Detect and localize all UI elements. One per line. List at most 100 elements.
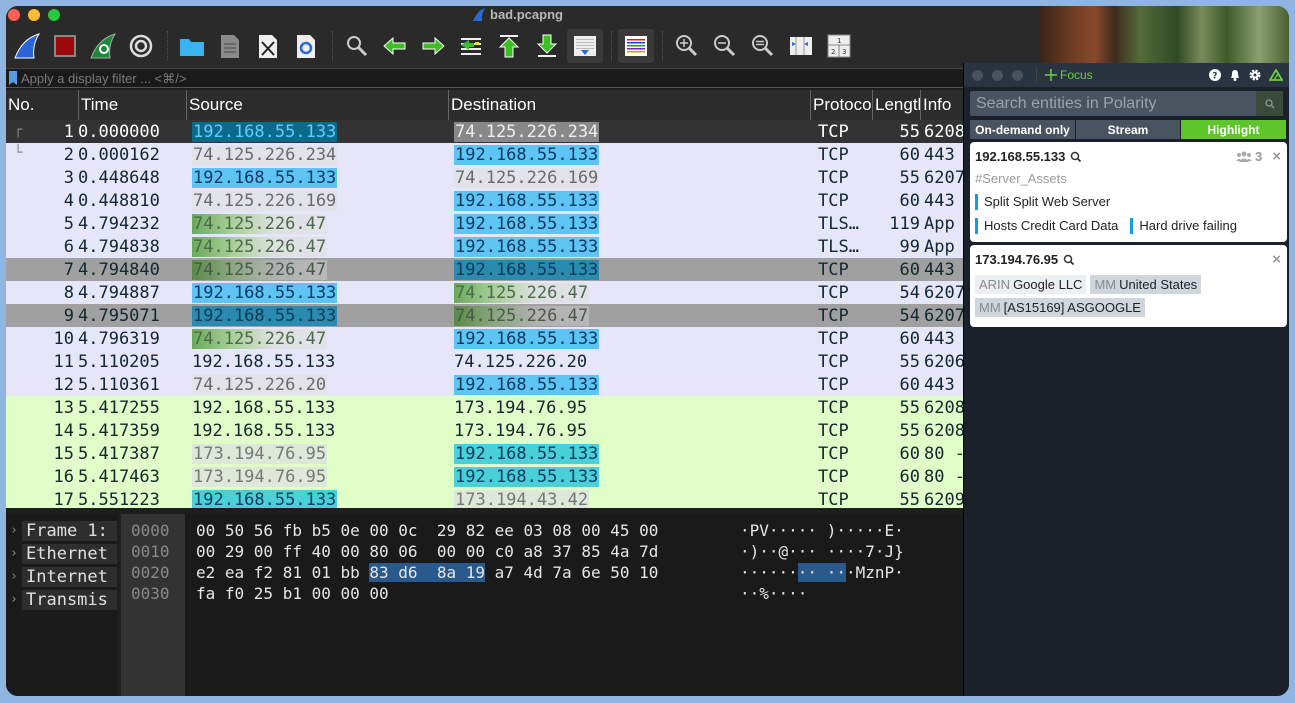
expand-arrow-icon[interactable]: › xyxy=(6,592,22,607)
annotation-tag[interactable]: Hard drive failing xyxy=(1130,218,1237,234)
close-card-icon[interactable]: × xyxy=(1272,148,1281,165)
cell-source: 192.168.55.133 xyxy=(186,398,448,418)
zoom-out-button[interactable] xyxy=(707,29,743,63)
chip-maxmind-asn[interactable]: MM [AS15169] ASGOOGLE xyxy=(975,298,1145,317)
cell-no: ┌ 1 xyxy=(6,122,78,142)
hex-bytes[interactable]: 00 50 56 fb b5 0e 00 0c 29 82 ee 03 08 0… xyxy=(185,521,740,540)
colorize-button[interactable] xyxy=(618,29,654,63)
column-header-time[interactable]: Time xyxy=(78,90,186,120)
go-last-button[interactable] xyxy=(529,29,565,63)
column-header-source[interactable]: Source xyxy=(186,90,448,120)
zoom-normal-button[interactable] xyxy=(745,29,781,63)
packet-row[interactable]: ┌ 1 0.000000 192.168.55.133 74.125.226.234 TC… xyxy=(6,120,964,143)
focus-button[interactable]: Focus xyxy=(1036,68,1093,82)
stop-capture-button[interactable] xyxy=(47,29,83,63)
close-window-button[interactable] xyxy=(8,9,20,21)
packet-row[interactable]: └ 2 0.000162 74.125.226.234 192.168.55.133 TC… xyxy=(6,143,964,166)
go-to-packet-button[interactable] xyxy=(453,29,489,63)
packet-row[interactable]: 5 4.794232 74.125.226.47 192.168.55.133 TLS…… xyxy=(6,212,964,235)
search-icon[interactable] xyxy=(1070,151,1082,163)
go-forward-button[interactable] xyxy=(415,29,451,63)
panel-maximize-dot[interactable] xyxy=(1012,69,1023,81)
column-header-destination[interactable]: Destination xyxy=(448,90,810,120)
packet-row[interactable]: 8 4.794887 192.168.55.133 74.125.226.47 TCP 5… xyxy=(6,281,964,304)
ascii-bytes[interactable]: ·)··@··· ····7·J} xyxy=(740,542,904,561)
restart-capture-button[interactable] xyxy=(85,29,121,63)
annotation-tag[interactable]: Hosts Credit Card Data xyxy=(975,218,1118,234)
packet-row[interactable]: 12 5.110361 74.125.226.20 192.168.55.133 TCP… xyxy=(6,373,964,396)
bookmark-icon[interactable] xyxy=(9,71,17,85)
packet-row[interactable]: 14 5.417359 192.168.55.133 173.194.76.95 TCP… xyxy=(6,419,964,442)
packet-row[interactable]: 10 4.796319 74.125.226.47 192.168.55.133 TCP… xyxy=(6,327,964,350)
column-header-length[interactable]: Length xyxy=(872,90,920,120)
entity-value[interactable]: 192.168.55.133 xyxy=(975,149,1065,164)
find-packet-button[interactable] xyxy=(339,29,375,63)
packet-row[interactable]: 13 5.417255 192.168.55.133 173.194.76.95 TCP… xyxy=(6,396,964,419)
ascii-bytes[interactable]: ··%···· xyxy=(740,584,807,603)
column-header-info[interactable]: Info xyxy=(920,90,964,120)
capture-options-button[interactable] xyxy=(123,29,159,63)
packet-row[interactable]: 7 4.794840 74.125.226.47 192.168.55.133 TCP 6… xyxy=(6,258,964,281)
search-button[interactable] xyxy=(1256,91,1283,116)
ascii-bytes[interactable]: ·PV····· )·····E· xyxy=(740,521,904,540)
packet-row[interactable]: 11 5.110205 192.168.55.133 74.125.226.20 TCP… xyxy=(6,350,964,373)
maximize-window-button[interactable] xyxy=(48,9,60,21)
entity-value[interactable]: 173.194.76.95 xyxy=(975,252,1058,267)
search-icon[interactable] xyxy=(1063,254,1075,266)
save-file-button[interactable] xyxy=(212,29,248,63)
cell-no: 14 xyxy=(6,421,78,441)
hex-bytes[interactable]: fa f0 25 b1 00 00 00 xyxy=(185,584,740,603)
start-capture-button[interactable] xyxy=(9,29,45,63)
resize-columns-button[interactable] xyxy=(783,29,819,63)
minimize-window-button[interactable] xyxy=(28,9,40,21)
hex-bytes[interactable]: e2 ea f2 81 01 bb 83 d6 8a 19 a7 4d 7a 6… xyxy=(185,563,740,582)
tab-stream[interactable]: Stream xyxy=(1076,120,1180,139)
column-header-no[interactable]: No. xyxy=(6,90,78,120)
ascii-bytes[interactable]: ········ ···MznP· xyxy=(740,563,904,582)
zoom-in-button[interactable] xyxy=(669,29,705,63)
detail-item-transmission[interactable]: › Transmis xyxy=(6,588,117,611)
settings-gear-icon[interactable] xyxy=(1249,69,1261,81)
expand-arrow-icon[interactable]: › xyxy=(6,546,22,561)
panel-minimize-dot[interactable] xyxy=(992,69,1003,81)
detail-item-internet[interactable]: › Internet xyxy=(6,565,117,588)
go-first-button[interactable] xyxy=(491,29,527,63)
entity-search-input[interactable] xyxy=(970,91,1256,116)
packet-row[interactable]: 6 4.794838 74.125.226.47 192.168.55.133 TLS…… xyxy=(6,235,964,258)
detail-item-frame[interactable]: › Frame 1: xyxy=(6,519,117,542)
bell-icon[interactable] xyxy=(1229,69,1241,81)
chip-arin[interactable]: ARIN Google LLC xyxy=(975,275,1087,294)
tab-on-demand-only[interactable]: On-demand only xyxy=(970,120,1075,139)
packet-row[interactable]: 16 5.417463 173.194.76.95 192.168.55.133 TCP… xyxy=(6,465,964,488)
ascii-text: ·)··@··· ····7·J} xyxy=(740,542,904,561)
cell-time: 5.417359 xyxy=(78,421,186,441)
annotation-tag[interactable]: Split Split Web Server xyxy=(975,194,1110,210)
column-header-protocol[interactable]: Protocol xyxy=(810,90,872,120)
layout-button[interactable]: 123 xyxy=(821,29,857,63)
users-icon xyxy=(1236,151,1252,162)
expand-arrow-icon[interactable]: › xyxy=(6,569,22,584)
reload-file-button[interactable] xyxy=(288,29,324,63)
chip-maxmind-country[interactable]: MM United States xyxy=(1090,275,1202,294)
packet-row[interactable]: 3 0.448648 192.168.55.133 74.125.226.169 TCP… xyxy=(6,166,964,189)
packet-row[interactable]: 9 4.795071 192.168.55.133 74.125.226.47 TCP 5… xyxy=(6,304,964,327)
tab-highlight[interactable]: Highlight xyxy=(1181,120,1286,139)
expand-arrow-icon[interactable]: › xyxy=(6,523,22,538)
entity-card: 173.194.76.95 × ARIN Google LLC MM United … xyxy=(970,245,1287,327)
help-icon[interactable]: ? xyxy=(1209,69,1221,81)
close-file-button[interactable] xyxy=(250,29,286,63)
packet-row[interactable]: 4 0.448810 74.125.226.169 192.168.55.133 TCP… xyxy=(6,189,964,212)
packet-row[interactable]: 17 5.551223 192.168.55.133 173.194.43.42 TCP… xyxy=(6,488,964,508)
panel-close-dot[interactable] xyxy=(972,69,983,81)
cell-info: 443 xyxy=(920,329,964,349)
go-back-button[interactable] xyxy=(377,29,413,63)
display-filter-input[interactable] xyxy=(21,70,921,86)
entity-tag[interactable]: #Server_Assets xyxy=(975,171,1281,186)
cell-length-value: 60 xyxy=(899,259,920,280)
packet-row[interactable]: 15 5.417387 173.194.76.95 192.168.55.133 TCP… xyxy=(6,442,964,465)
close-card-icon[interactable]: × xyxy=(1272,251,1281,268)
open-file-button[interactable] xyxy=(174,29,210,63)
detail-item-ethernet[interactable]: › Ethernet xyxy=(6,542,117,565)
hex-bytes[interactable]: 00 29 00 ff 40 00 80 06 00 00 c0 a8 37 8… xyxy=(185,542,740,561)
auto-scroll-button[interactable] xyxy=(567,29,603,63)
